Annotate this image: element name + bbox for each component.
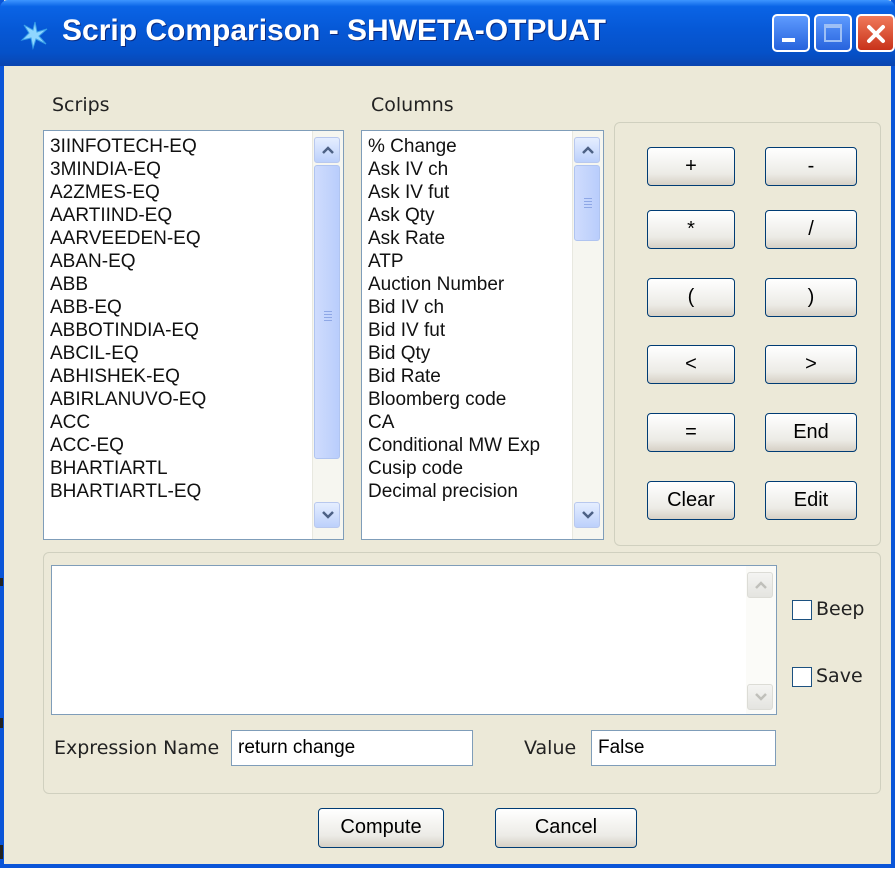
column-list-item[interactable]: CA [368, 411, 540, 434]
background-edge-mark [0, 578, 3, 586]
columns-scrollbar[interactable] [572, 131, 603, 539]
column-list-item[interactable]: Bid IV ch [368, 296, 540, 319]
title-bar[interactable]: Scrip Comparison - SHWETA-OTPUAT [0, 0, 895, 66]
scrip-list-item[interactable]: A2ZMES-EQ [50, 181, 206, 204]
scrips-label: Scrips [52, 94, 110, 116]
scrip-list-item[interactable]: 3MINDIA-EQ [50, 158, 206, 181]
scroll-up-button[interactable] [574, 137, 600, 163]
beep-label: Beep [816, 598, 865, 620]
scrip-list-item[interactable]: ACC [50, 411, 206, 434]
value-label: Value [524, 737, 577, 759]
edit-button[interactable]: Edit [765, 481, 857, 520]
scrip-list-item[interactable]: 3IINFOTECH-EQ [50, 135, 206, 158]
app-icon [20, 21, 48, 50]
close-button[interactable] [856, 14, 895, 52]
columns-label: Columns [371, 94, 454, 116]
scrips-list[interactable]: 3IINFOTECH-EQ 3MINDIA-EQ A2ZMES-EQ AARTIIND… [43, 130, 344, 540]
column-list-item[interactable]: Bid Qty [368, 342, 540, 365]
plus-button[interactable]: + [647, 147, 735, 186]
column-list-item[interactable]: Ask Rate [368, 227, 540, 250]
column-list-item[interactable]: Ask IV ch [368, 158, 540, 181]
column-list-item[interactable]: % Change [368, 135, 540, 158]
chevron-down-icon [582, 511, 594, 519]
scroll-down-button[interactable] [574, 502, 600, 528]
column-list-item[interactable]: Conditional MW Exp [368, 434, 540, 457]
scrip-list-item[interactable]: ABB-EQ [50, 296, 206, 319]
maximize-button[interactable] [814, 14, 852, 52]
chevron-up-icon [582, 146, 594, 154]
close-icon [867, 25, 885, 43]
greater-than-button[interactable]: > [765, 345, 857, 384]
minimize-button[interactable] [772, 14, 810, 52]
scroll-up-button[interactable] [747, 572, 773, 598]
chevron-down-icon [755, 693, 767, 701]
scrip-list-item[interactable]: ABIRLANUVO-EQ [50, 388, 206, 411]
chevron-up-icon [322, 146, 334, 154]
scroll-up-button[interactable] [314, 137, 340, 163]
columns-list[interactable]: % Change Ask IV ch Ask IV fut Ask Qty Ask Ra… [361, 130, 604, 540]
column-list-item[interactable]: Decimal precision [368, 480, 540, 503]
scrip-list-item[interactable]: ABCIL-EQ [50, 342, 206, 365]
scrips-items: 3IINFOTECH-EQ 3MINDIA-EQ A2ZMES-EQ AARTIIND… [50, 135, 206, 503]
expression-editor[interactable] [51, 565, 777, 715]
save-label: Save [816, 665, 863, 687]
chevron-up-icon [755, 581, 767, 589]
columns-items: % Change Ask IV ch Ask IV fut Ask Qty Ask Ra… [368, 135, 540, 503]
equals-button[interactable]: = [647, 413, 735, 452]
column-list-item[interactable]: ATP [368, 250, 540, 273]
scrip-list-item[interactable]: AARTIIND-EQ [50, 204, 206, 227]
scroll-down-button[interactable] [747, 684, 773, 710]
minus-button[interactable]: - [765, 147, 857, 186]
value-field[interactable]: False [591, 730, 776, 766]
minimize-icon [782, 38, 795, 42]
compute-button[interactable]: Compute [318, 808, 444, 848]
background-edge-mark [0, 845, 3, 859]
window-title: Scrip Comparison - SHWETA-OTPUAT [62, 14, 606, 47]
scrip-list-item[interactable]: ACC-EQ [50, 434, 206, 457]
expression-scrollbar[interactable] [746, 566, 776, 714]
scrip-list-item[interactable]: ABBOTINDIA-EQ [50, 319, 206, 342]
expression-name-label: Expression Name [54, 737, 220, 759]
cancel-button[interactable]: Cancel [495, 808, 637, 848]
right-paren-button[interactable]: ) [765, 278, 857, 317]
scrip-list-item[interactable]: ABHISHEK-EQ [50, 365, 206, 388]
save-checkbox[interactable] [792, 667, 812, 687]
scroll-thumb[interactable] [574, 165, 600, 241]
scrip-list-item[interactable]: ABB [50, 273, 206, 296]
divide-button[interactable]: / [765, 210, 857, 249]
beep-checkbox[interactable] [792, 600, 812, 620]
chevron-down-icon [322, 511, 334, 519]
multiply-button[interactable]: * [647, 210, 735, 249]
column-list-item[interactable]: Ask Qty [368, 204, 540, 227]
column-list-item[interactable]: Bid Rate [368, 365, 540, 388]
scrip-list-item[interactable]: ABAN-EQ [50, 250, 206, 273]
column-list-item[interactable]: Cusip code [368, 457, 540, 480]
expression-name-field[interactable]: return change [231, 730, 473, 766]
left-paren-button[interactable]: ( [647, 278, 735, 317]
scrips-scrollbar[interactable] [312, 131, 343, 539]
end-button[interactable]: End [765, 413, 857, 452]
column-list-item[interactable]: Ask IV fut [368, 181, 540, 204]
scroll-thumb[interactable] [314, 165, 340, 459]
scrip-list-item[interactable]: BHARTIARTL-EQ [50, 480, 206, 503]
less-than-button[interactable]: < [647, 345, 735, 384]
scrip-list-item[interactable]: AARVEEDEN-EQ [50, 227, 206, 250]
column-list-item[interactable]: Bid IV fut [368, 319, 540, 342]
clear-button[interactable]: Clear [647, 481, 735, 520]
maximize-icon [824, 24, 842, 42]
column-list-item[interactable]: Auction Number [368, 273, 540, 296]
column-list-item[interactable]: Bloomberg code [368, 388, 540, 411]
scrip-list-item[interactable]: BHARTIARTL [50, 457, 206, 480]
scroll-down-button[interactable] [314, 502, 340, 528]
background-edge-mark [0, 718, 3, 728]
